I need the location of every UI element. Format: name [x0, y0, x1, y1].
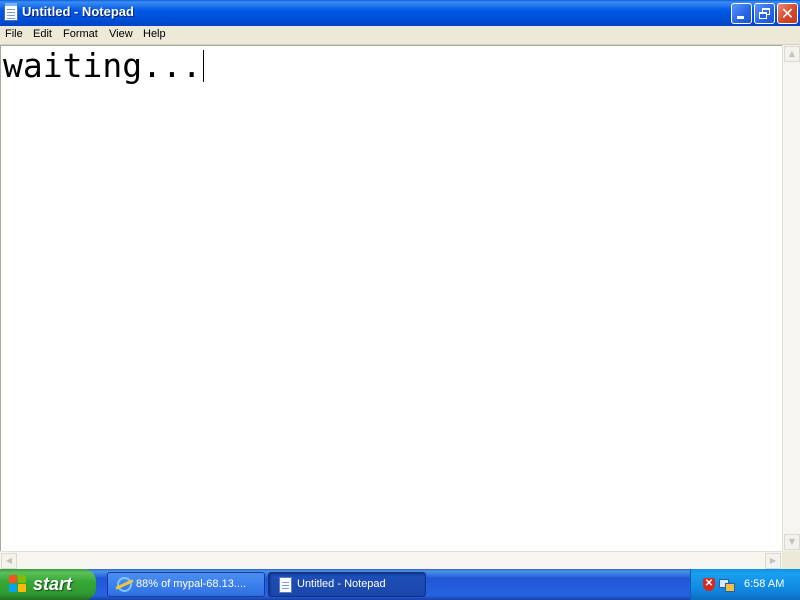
editor-text: waiting...	[3, 46, 202, 85]
notepad-icon[interactable]	[4, 3, 18, 21]
restore-icon	[759, 8, 770, 19]
minimize-icon	[737, 16, 744, 19]
menu-file[interactable]: File	[5, 28, 23, 40]
internet-explorer-icon	[117, 577, 132, 592]
taskbar-button-label: Untitled - Notepad	[297, 578, 386, 590]
system-tray: ✕ 6:58 AM	[690, 569, 800, 600]
arrow-left-icon: ◀	[5, 556, 13, 565]
taskbar: start 88% of mypal-68.13.... Untitled - …	[0, 569, 800, 600]
text-editor[interactable]: waiting...	[0, 45, 782, 551]
arrow-right-icon: ▶	[769, 556, 777, 565]
window-title: Untitled - Notepad	[22, 4, 134, 19]
notepad-icon	[279, 577, 292, 593]
scrollbar-corner	[782, 551, 800, 569]
close-button[interactable]: ✕	[777, 3, 798, 24]
clock[interactable]: 6:58 AM	[744, 578, 784, 590]
scroll-up-button[interactable]: ▲	[784, 46, 800, 62]
restore-button[interactable]	[754, 3, 775, 24]
security-shield-icon[interactable]: ✕	[703, 578, 715, 591]
menu-format[interactable]: Format	[63, 28, 98, 40]
editor-content[interactable]: waiting...	[3, 46, 204, 86]
vertical-scrollbar[interactable]: ▲ ▼	[782, 45, 800, 551]
close-icon: ✕	[780, 4, 795, 23]
start-label: start	[33, 574, 73, 594]
arrow-up-icon: ▲	[788, 49, 796, 58]
network-icon[interactable]	[719, 577, 735, 592]
menu-help[interactable]: Help	[143, 28, 166, 40]
taskbar-button-notepad[interactable]: Untitled - Notepad	[268, 572, 426, 597]
start-button[interactable]: start	[0, 569, 96, 600]
scroll-left-button[interactable]: ◀	[1, 553, 17, 569]
scroll-down-button[interactable]: ▼	[784, 534, 800, 550]
taskbar-button-label: 88% of mypal-68.13....	[136, 578, 247, 590]
taskbar-button-browser[interactable]: 88% of mypal-68.13....	[107, 572, 265, 597]
menu-view[interactable]: View	[109, 28, 133, 40]
scroll-right-button[interactable]: ▶	[765, 553, 781, 569]
title-bar[interactable]: Untitled - Notepad ✕	[0, 0, 800, 26]
text-caret	[202, 50, 204, 82]
windows-logo-icon	[9, 575, 27, 593]
minimize-button[interactable]	[731, 3, 752, 24]
menu-bar: File Edit Format View Help	[0, 26, 800, 45]
arrow-down-icon: ▼	[788, 537, 796, 546]
horizontal-scrollbar[interactable]: ◀ ▶	[0, 551, 782, 569]
menu-edit[interactable]: Edit	[33, 28, 52, 40]
